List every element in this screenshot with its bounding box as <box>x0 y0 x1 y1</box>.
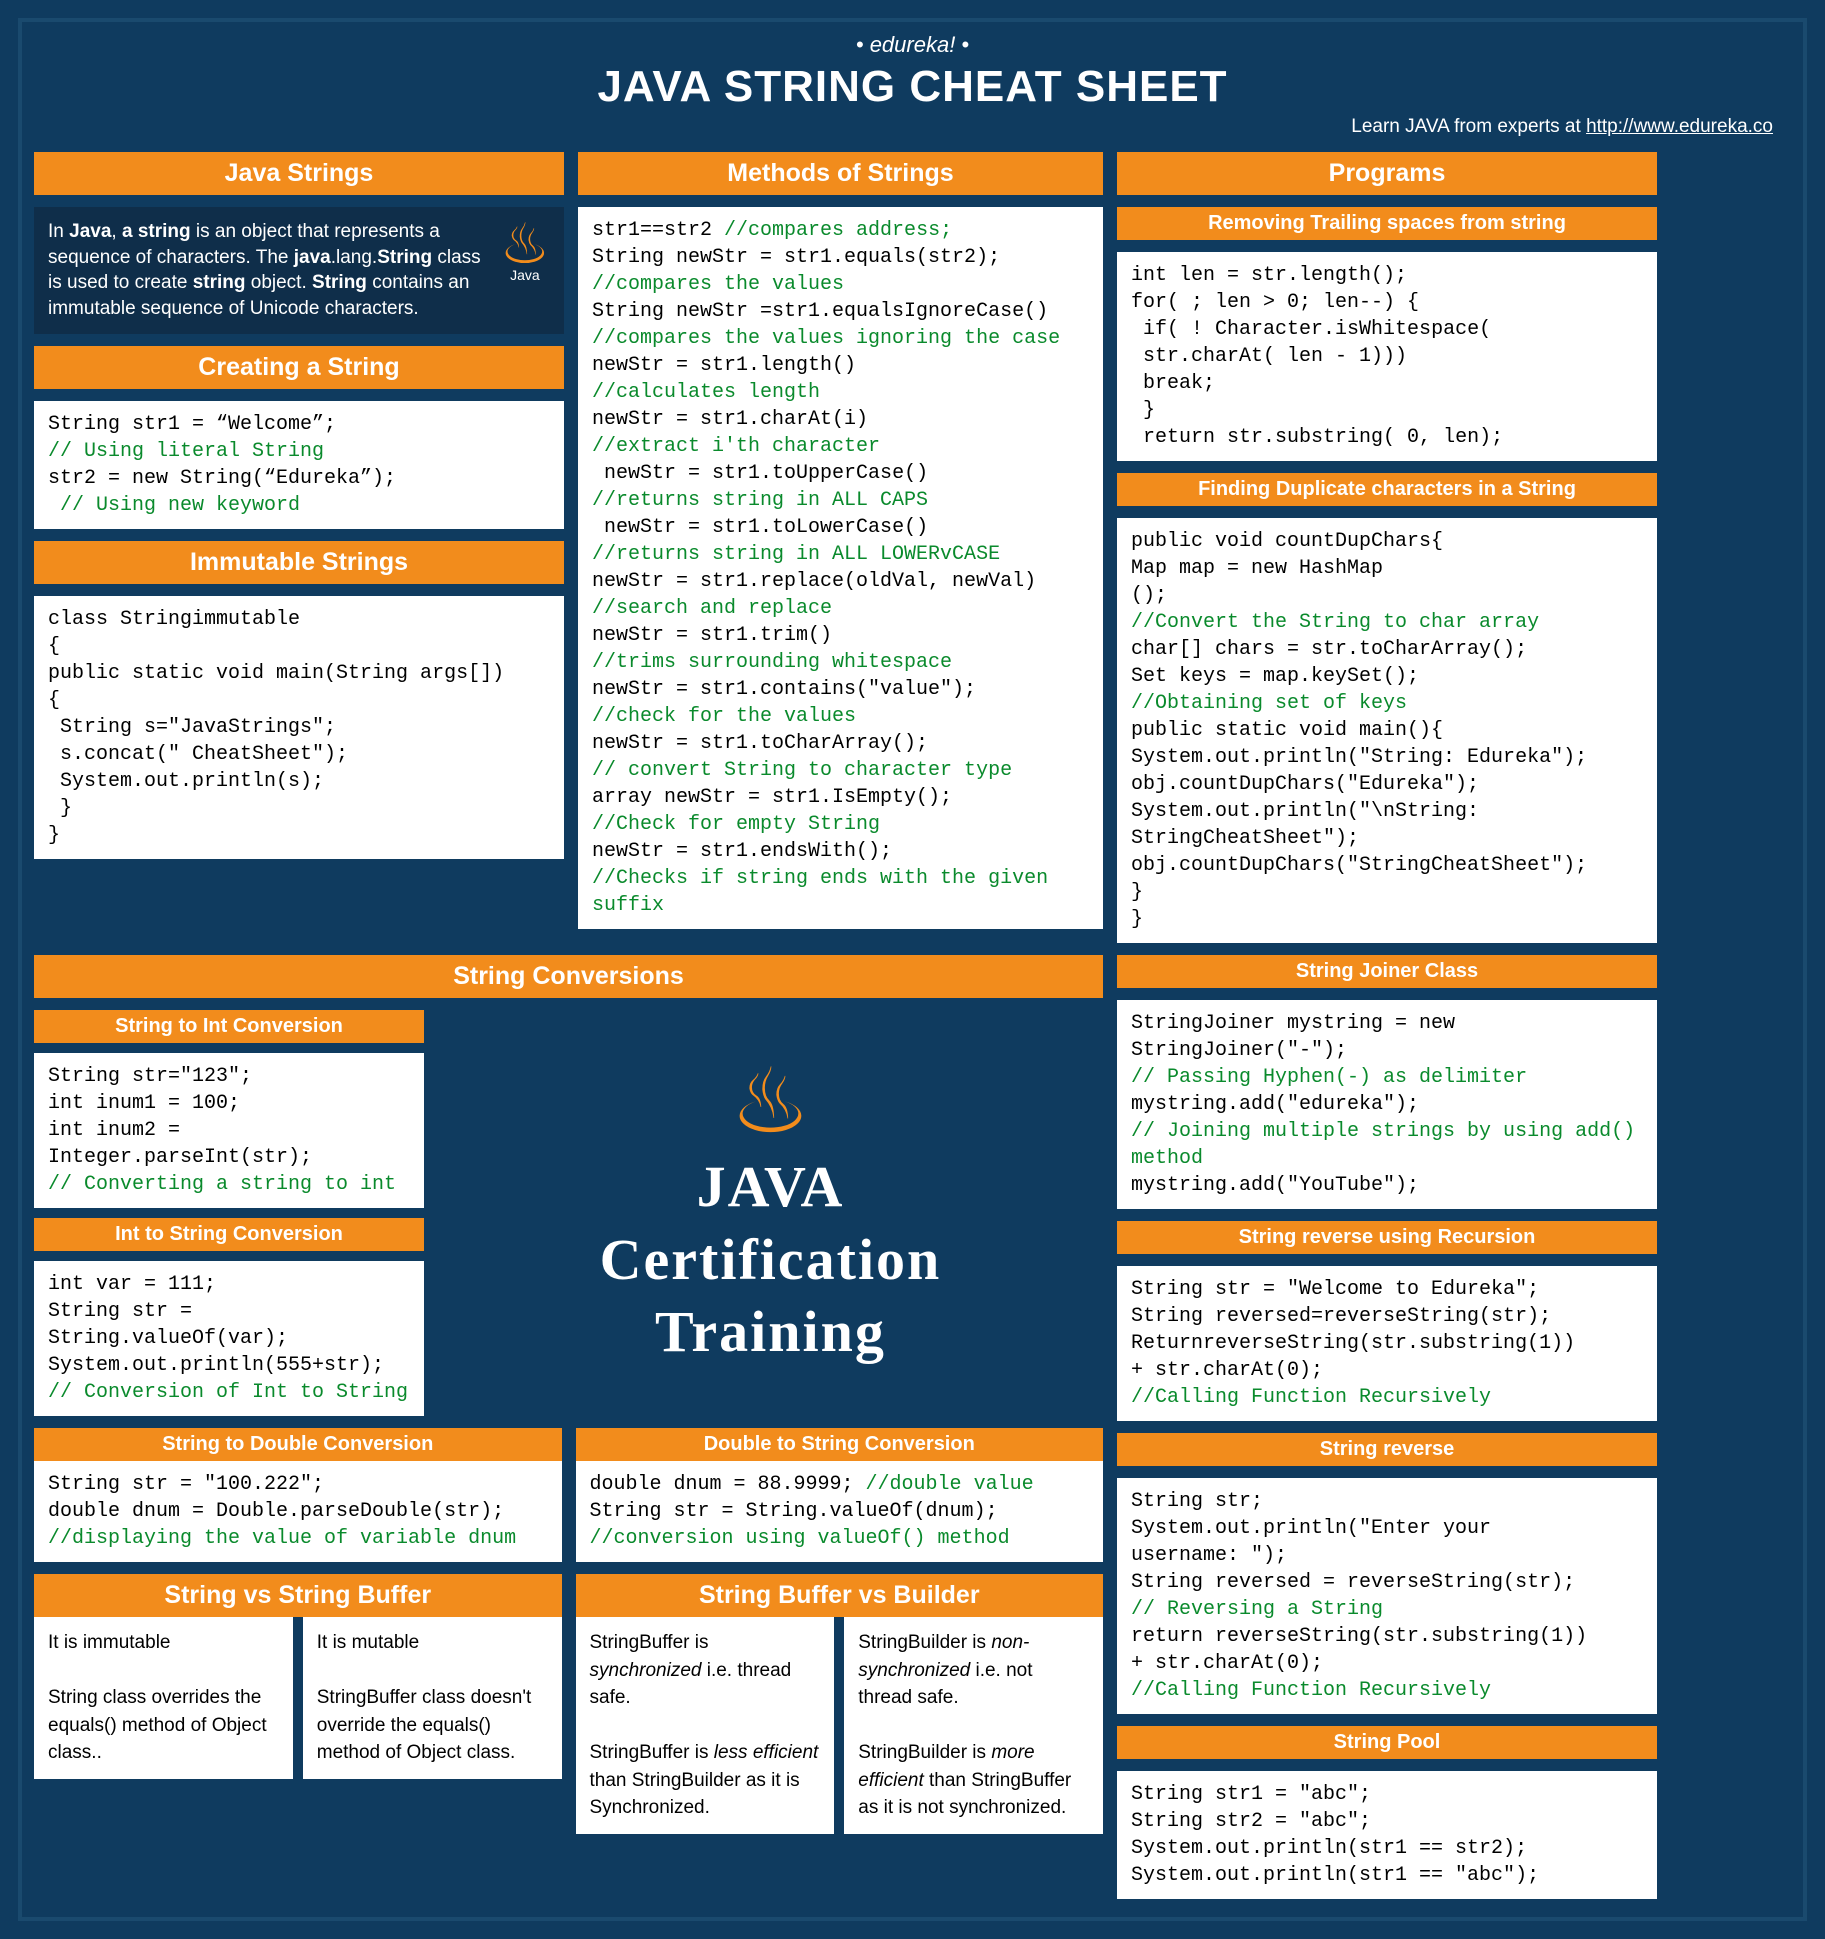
code-d2s: double dnum = 88.9999; //double value St… <box>576 1461 1104 1562</box>
intro-box: In Java, a string is an object that repr… <box>34 207 564 334</box>
code-methods: str1==str2 //compares address; String ne… <box>578 207 1103 929</box>
heading-s2d: String to Double Conversion <box>34 1428 562 1461</box>
bvsbu-left: StringBuffer is synchronized i.e. thread… <box>576 1617 835 1834</box>
cheat-sheet: edureka! JAVA STRING CHEAT SHEET Learn J… <box>18 18 1807 1921</box>
hero-panel: ♨ JAVACertificationTraining <box>438 1010 1103 1416</box>
code-joiner: StringJoiner mystring = new StringJoiner… <box>1117 1000 1657 1209</box>
code-revrec: String str = "Welcome to Edureka"; Strin… <box>1117 1266 1657 1421</box>
heading-immutable: Immutable Strings <box>34 541 564 584</box>
learn-link[interactable]: http://www.edureka.co <box>1586 116 1773 137</box>
svsb-right: It is mutable StringBuffer class doesn't… <box>303 1617 562 1779</box>
code-s2d: String str = "100.222"; double dnum = Do… <box>34 1461 562 1562</box>
heading-joiner: String Joiner Class <box>1117 955 1657 988</box>
code-i2s: int var = 111; String str = String.value… <box>34 1261 424 1416</box>
heading-java-strings: Java Strings <box>34 152 564 195</box>
learn-prefix: Learn JAVA from experts at <box>1351 116 1586 137</box>
brand-logo: edureka! <box>34 32 1791 58</box>
code-creating: String str1 = “Welcome”; // Using litera… <box>34 401 564 529</box>
split-bvsbu: StringBuffer is synchronized i.e. thread… <box>576 1617 1104 1834</box>
heading-revrec: String reverse using Recursion <box>1117 1221 1657 1254</box>
code-immutable: class Stringimmutable { public static vo… <box>34 596 564 859</box>
heading-rev: String reverse <box>1117 1433 1657 1466</box>
heading-programs: Programs <box>1117 152 1657 195</box>
heading-s2i: String to Int Conversion <box>34 1010 424 1043</box>
page-title: JAVA STRING CHEAT SHEET <box>34 62 1791 112</box>
java-cup-icon: ♨ <box>730 1057 811 1147</box>
intro-text: In Java, a string is an object that repr… <box>48 219 490 322</box>
heading-conversions: String Conversions <box>34 955 1103 998</box>
heading-d2s: Double to String Conversion <box>576 1428 1104 1461</box>
learn-text: Learn JAVA from experts at http://www.ed… <box>34 116 1773 138</box>
code-pool: String str1 = "abc"; String str2 = "abc"… <box>1117 1771 1657 1899</box>
heading-methods: Methods of Strings <box>578 152 1103 195</box>
hero-text: JAVACertificationTraining <box>600 1151 942 1369</box>
code-rev: String str; System.out.println("Enter yo… <box>1117 1478 1657 1714</box>
svsb-left: It is immutable String class overrides t… <box>34 1617 293 1779</box>
code-trailing: int len = str.length(); for( ; len > 0; … <box>1117 252 1657 461</box>
bvsbu-right: StringBuilder is non-synchronized i.e. n… <box>844 1617 1103 1834</box>
heading-trailing: Removing Trailing spaces from string <box>1117 207 1657 240</box>
code-s2i: String str="123"; int inum1 = 100; int i… <box>34 1053 424 1208</box>
java-icon: ♨Java <box>500 219 550 282</box>
heading-svsb: String vs String Buffer <box>34 1574 562 1617</box>
heading-bvsbu: String Buffer vs Builder <box>576 1574 1104 1617</box>
heading-creating: Creating a String <box>34 346 564 389</box>
heading-i2s: Int to String Conversion <box>34 1218 424 1251</box>
heading-pool: String Pool <box>1117 1726 1657 1759</box>
split-svsb: It is immutable String class overrides t… <box>34 1617 562 1779</box>
code-dup: public void countDupChars{ Map map = new… <box>1117 518 1657 943</box>
heading-dup: Finding Duplicate characters in a String <box>1117 473 1657 506</box>
